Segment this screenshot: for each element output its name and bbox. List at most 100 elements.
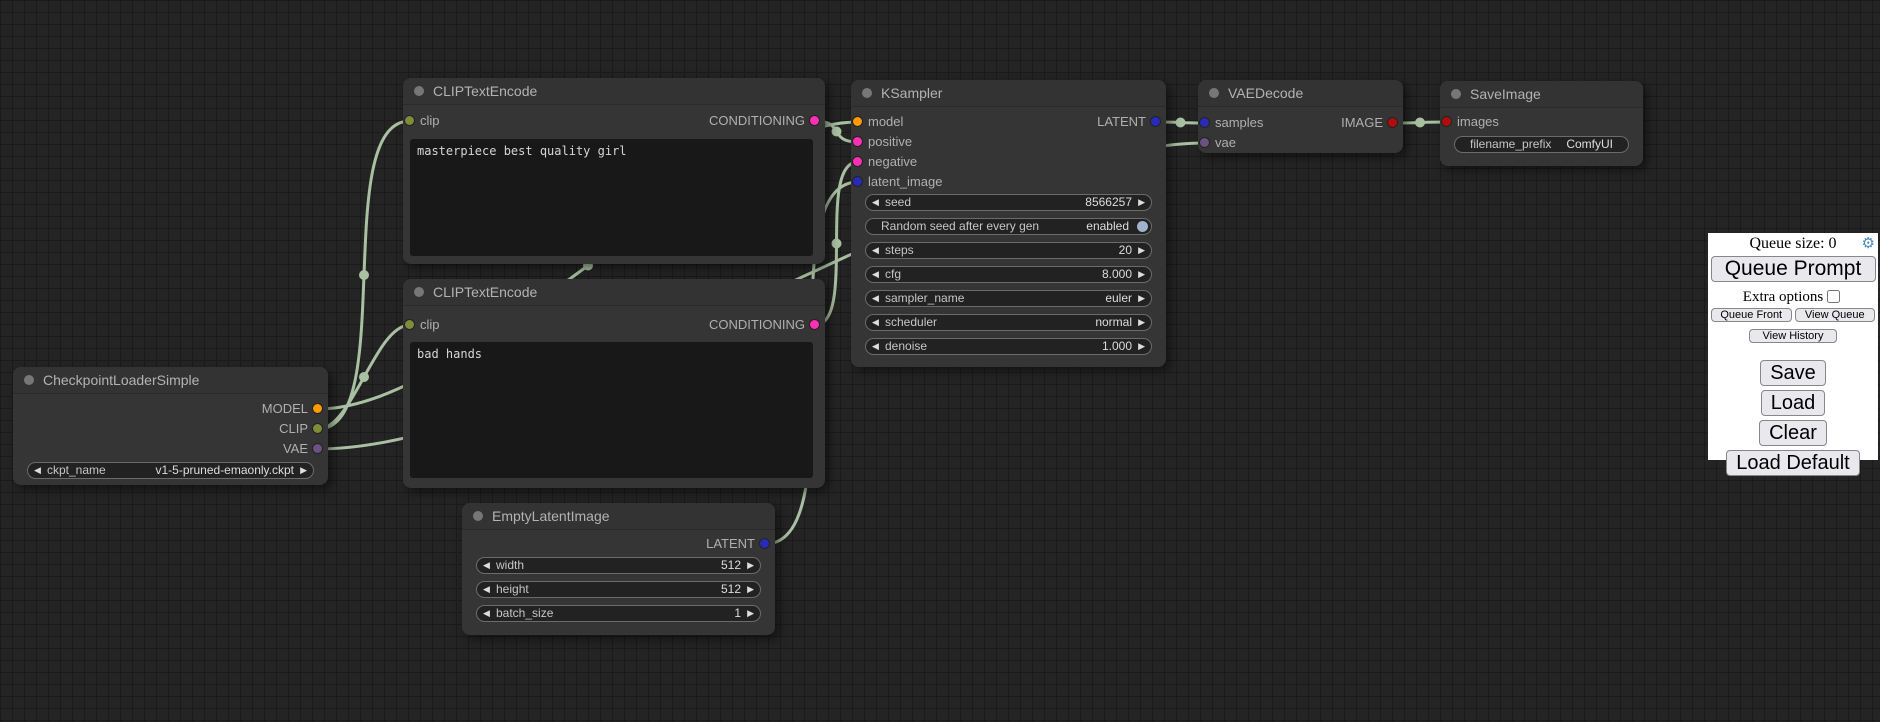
positive-input-port-icon[interactable]	[853, 137, 862, 146]
node-title-bar[interactable]: CLIPTextEncode	[403, 279, 825, 306]
latent_image-input-port-icon[interactable]	[853, 177, 862, 186]
node-collapse-dot-icon[interactable]	[1209, 88, 1219, 98]
output-slot-IMAGE: IMAGE	[1198, 114, 1403, 132]
toggle-dot-icon[interactable]	[1137, 221, 1148, 232]
VAE-output-port-icon[interactable]	[313, 444, 322, 453]
LATENT-output-port-icon[interactable]	[760, 539, 769, 548]
clear-button[interactable]: Clear	[1759, 420, 1827, 446]
node-collapse-dot-icon[interactable]	[1451, 89, 1461, 99]
link-midpoint-dot-icon	[1415, 118, 1425, 128]
extra-options-label: Extra options	[1743, 289, 1823, 305]
widget-scheduler[interactable]: ◀▶schedulernormal	[865, 314, 1152, 331]
CONDITIONING-output-port-icon[interactable]	[810, 116, 819, 125]
widget-denoise[interactable]: ◀▶denoise1.000	[865, 338, 1152, 355]
node-title-bar[interactable]: VAEDecode	[1198, 80, 1403, 107]
decrement-arrow-icon[interactable]: ◀	[483, 582, 490, 597]
node-clip_negative[interactable]: CLIPTextEncodeclipCONDITIONINGbad hands	[403, 279, 825, 488]
widget-filename_prefix[interactable]: filename_prefixComfyUI	[1454, 136, 1629, 153]
increment-arrow-icon[interactable]: ▶	[747, 582, 754, 597]
queue-panel: Queue size: 0 ⚙ Queue Prompt Extra optio…	[1708, 233, 1878, 460]
IMAGE-output-port-icon[interactable]	[1388, 118, 1397, 127]
node-collapse-dot-icon[interactable]	[862, 88, 872, 98]
increment-arrow-icon[interactable]: ▶	[1138, 243, 1145, 258]
increment-arrow-icon[interactable]: ▶	[1138, 339, 1145, 354]
widget-label: batch_size	[496, 606, 553, 621]
decrement-arrow-icon[interactable]: ◀	[872, 267, 879, 282]
widget-label: seed	[885, 195, 911, 210]
decrement-arrow-icon[interactable]: ◀	[34, 463, 41, 478]
widget-cfg[interactable]: ◀▶cfg8.000	[865, 266, 1152, 283]
view-history-button[interactable]: View History	[1749, 329, 1837, 343]
settings-gear-icon[interactable]: ⚙	[1862, 236, 1875, 252]
decrement-arrow-icon[interactable]: ◀	[483, 558, 490, 573]
increment-arrow-icon[interactable]: ▶	[1138, 315, 1145, 330]
output-slot-label: LATENT	[1097, 114, 1146, 129]
widget-value: 8.000	[1102, 267, 1132, 282]
widget-steps[interactable]: ◀▶steps20	[865, 242, 1152, 259]
node-title-bar[interactable]: CLIPTextEncode	[403, 78, 825, 105]
widget-height[interactable]: ◀▶height512	[476, 581, 761, 598]
node-ksampler[interactable]: KSamplermodelpositivenegativelatent_imag…	[851, 80, 1166, 367]
increment-arrow-icon[interactable]: ▶	[747, 558, 754, 573]
widget-label: denoise	[885, 339, 927, 354]
node-clip_positive[interactable]: CLIPTextEncodeclipCONDITIONINGmasterpiec…	[403, 78, 825, 264]
node-collapse-dot-icon[interactable]	[414, 86, 424, 96]
node-title-bar[interactable]: EmptyLatentImage	[462, 503, 775, 530]
widget-value: enabled	[1086, 219, 1129, 234]
queue-size-row: Queue size: 0 ⚙	[1710, 235, 1876, 253]
node-emptylatent[interactable]: EmptyLatentImageLATENT◀▶width512◀▶height…	[462, 503, 775, 635]
node-collapse-dot-icon[interactable]	[24, 375, 34, 385]
decrement-arrow-icon[interactable]: ◀	[483, 606, 490, 621]
node-graph-canvas[interactable]: CheckpointLoaderSimpleMODELCLIPVAE◀▶ckpt…	[0, 0, 1880, 722]
node-saveimage[interactable]: SaveImageimagesfilename_prefixComfyUI	[1440, 81, 1643, 166]
save-button[interactable]: Save	[1760, 360, 1826, 386]
negative-input-port-icon[interactable]	[853, 157, 862, 166]
queue-prompt-button[interactable]: Queue Prompt	[1711, 256, 1876, 282]
vae-input-port-icon[interactable]	[1200, 138, 1209, 147]
decrement-arrow-icon[interactable]: ◀	[872, 315, 879, 330]
images-input-port-icon[interactable]	[1442, 117, 1451, 126]
node-title-bar[interactable]: CheckpointLoaderSimple	[13, 367, 328, 394]
load-default-button[interactable]: Load Default	[1726, 450, 1859, 476]
prompt-textarea[interactable]: masterpiece best quality girl	[410, 139, 813, 256]
prompt-textarea[interactable]: bad hands	[410, 342, 813, 478]
decrement-arrow-icon[interactable]: ◀	[872, 291, 879, 306]
decrement-arrow-icon[interactable]: ◀	[872, 339, 879, 354]
node-collapse-dot-icon[interactable]	[414, 287, 424, 297]
widget-batch_size[interactable]: ◀▶batch_size1	[476, 605, 761, 622]
node-vaedecode[interactable]: VAEDecodesamplesvaeIMAGE	[1198, 80, 1403, 153]
increment-arrow-icon[interactable]: ▶	[300, 463, 307, 478]
queue-front-button[interactable]: Queue Front	[1711, 308, 1792, 322]
input-slot-positive: positive	[851, 133, 912, 151]
node-checkpoint[interactable]: CheckpointLoaderSimpleMODELCLIPVAE◀▶ckpt…	[13, 367, 328, 485]
widget-seed[interactable]: ◀▶seed8566257	[865, 194, 1152, 211]
node-title: CLIPTextEncode	[433, 83, 537, 99]
input-slot-negative: negative	[851, 153, 917, 171]
widget-value: 512	[721, 558, 741, 573]
link-midpoint-dot-icon	[832, 238, 842, 248]
input-slot-label: positive	[868, 134, 912, 149]
CONDITIONING-output-port-icon[interactable]	[810, 320, 819, 329]
node-title-bar[interactable]: KSampler	[851, 80, 1166, 107]
node-collapse-dot-icon[interactable]	[473, 511, 483, 521]
increment-arrow-icon[interactable]: ▶	[1138, 195, 1145, 210]
widget-width[interactable]: ◀▶width512	[476, 557, 761, 574]
node-title-bar[interactable]: SaveImage	[1440, 81, 1643, 108]
link-midpoint-dot-icon	[832, 127, 842, 137]
decrement-arrow-icon[interactable]: ◀	[872, 195, 879, 210]
widget-random-seed-after-every-gen[interactable]: Random seed after every gen enabled	[865, 218, 1152, 235]
LATENT-output-port-icon[interactable]	[1151, 117, 1160, 126]
CLIP-output-port-icon[interactable]	[313, 424, 322, 433]
increment-arrow-icon[interactable]: ▶	[1138, 267, 1145, 282]
widget-sampler_name[interactable]: ◀▶sampler_nameeuler	[865, 290, 1152, 307]
increment-arrow-icon[interactable]: ▶	[1138, 291, 1145, 306]
MODEL-output-port-icon[interactable]	[313, 404, 322, 413]
widget-ckpt_name[interactable]: ◀▶ckpt_namev1-5-pruned-emaonly.ckpt	[27, 462, 314, 479]
increment-arrow-icon[interactable]: ▶	[747, 606, 754, 621]
extra-options-checkbox[interactable]	[1827, 290, 1840, 303]
widget-label: Random seed after every gen	[881, 219, 1039, 234]
decrement-arrow-icon[interactable]: ◀	[872, 243, 879, 258]
input-slot-vae: vae	[1198, 134, 1236, 152]
load-button[interactable]: Load	[1761, 390, 1826, 416]
view-queue-button[interactable]: View Queue	[1795, 308, 1876, 322]
